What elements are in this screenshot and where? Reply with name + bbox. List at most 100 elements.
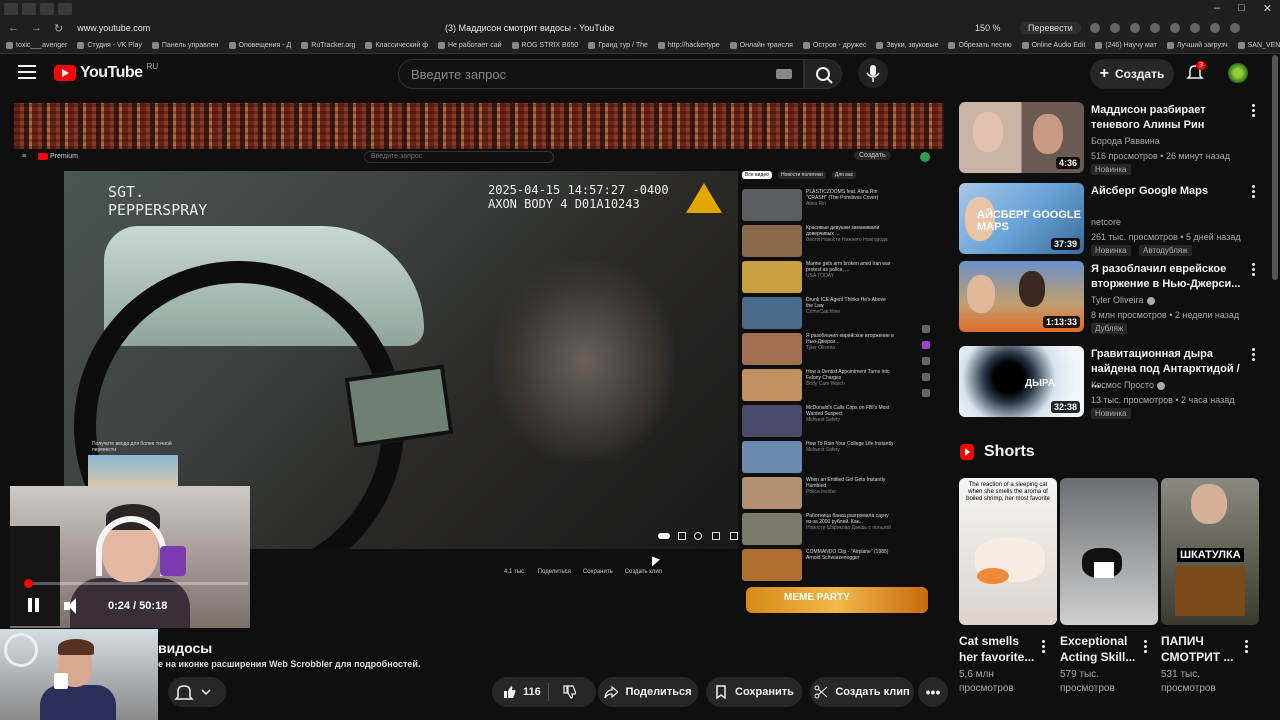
embedded-video-channel: Tyler Oliveira [806, 345, 836, 351]
channel-name[interactable]: Борода Раввина [1091, 136, 1160, 146]
youtube-logo[interactable]: YouTube RU [54, 62, 158, 82]
extension-icon[interactable] [1150, 23, 1160, 33]
progress-scrubber[interactable] [24, 579, 33, 588]
bookmark-item[interactable]: toxic___avenger [6, 42, 67, 49]
channel-name[interactable]: netcore [1091, 217, 1121, 227]
url-field[interactable]: www.youtube.com [77, 23, 150, 33]
create-button[interactable]: + Создать [1090, 59, 1174, 89]
extension-icon[interactable] [1090, 23, 1100, 33]
bookmark-item[interactable]: SAN_VENCI [1237, 42, 1280, 49]
account-avatar[interactable] [1228, 63, 1248, 83]
officer-tag-line: PEPPERSPRAY [108, 201, 208, 219]
new-tab-icon[interactable] [58, 3, 72, 15]
recommendation-item[interactable]: АЙСБЕРГ GOOGLE MAPS 37:39 Айсберг Google… [959, 183, 1269, 256]
short-title[interactable]: Exceptional Acting Skill... [1060, 633, 1140, 665]
thumbs-down-icon[interactable] [562, 685, 576, 699]
search-input[interactable]: Введите запрос [398, 59, 804, 89]
minimize-icon[interactable]: – [1214, 2, 1220, 15]
kebab-menu-icon[interactable] [1251, 185, 1255, 199]
page-scrollbar[interactable] [1272, 55, 1278, 280]
bookmark-item[interactable]: Online Audio Edit [1021, 42, 1085, 49]
bookmark-favicon-icon [151, 42, 159, 49]
thumbs-up-icon[interactable] [502, 685, 516, 699]
bookmark-item[interactable]: Оповещения - Д [228, 42, 291, 49]
recommendation-item[interactable]: 4:36 Маддисон разбирает теневого Алины Р… [959, 102, 1269, 175]
search-button[interactable] [804, 59, 842, 89]
bookmark-item[interactable]: Панель управлен [151, 42, 219, 49]
video-thumbnail[interactable]: АЙСБЕРГ GOOGLE MAPS 37:39 [959, 183, 1084, 254]
short-thumbnail[interactable]: The reaction of a sleeping cat when she … [959, 478, 1057, 625]
bookmark-item[interactable]: Онлайн трансля [729, 42, 793, 49]
bookmark-item[interactable]: Обрезать песню [948, 42, 1012, 49]
bookmark-item[interactable]: Не работает сай [437, 42, 502, 49]
embedded-video-item: PLASTICZOOMS feat. Alina Rin "CRASH" (Th… [742, 189, 894, 221]
side-icon [922, 341, 930, 349]
video-title[interactable]: Маддисон разбирает теневого Алины Рин [1091, 103, 1251, 133]
extension-icon[interactable] [1170, 23, 1180, 33]
bookmark-item[interactable]: Лучший загрузч [1166, 42, 1228, 49]
kebab-menu-icon[interactable] [1245, 640, 1248, 653]
bookmark-item[interactable]: (246) Научу мат [1095, 42, 1157, 49]
like-count[interactable]: 116 [523, 686, 541, 698]
reload-icon[interactable]: ↻ [54, 22, 63, 35]
volume-button[interactable] [64, 598, 82, 614]
channel-name[interactable]: Tyler Oliveira [1091, 295, 1155, 305]
voice-search-button[interactable] [858, 58, 888, 88]
bookmark-item[interactable]: Классический ф [365, 42, 428, 49]
pause-button[interactable] [28, 598, 42, 614]
kebab-menu-icon[interactable] [1251, 348, 1255, 362]
short-thumbnail[interactable]: ШКАТУЛКА [1161, 478, 1259, 625]
close-icon[interactable]: ✕ [1263, 2, 1272, 15]
video-thumbnail[interactable]: ДЫРА 32:38 [959, 346, 1084, 417]
short-title[interactable]: Cat smells her favorite... [959, 633, 1039, 665]
embedded-video-title: PLASTICZOOMS feat. Alina Rin "CRASH" (Th… [806, 189, 879, 201]
channel-name[interactable]: Космос Просто [1091, 380, 1165, 390]
bookmark-item[interactable]: Звуки, звуковые [876, 42, 938, 49]
bookmark-item[interactable]: Гранд тур / The [588, 42, 648, 49]
video-title[interactable]: Айсберг Google Maps [1091, 184, 1251, 199]
active-tab[interactable] [40, 3, 54, 15]
short-thumbnail[interactable] [1060, 478, 1158, 625]
more-actions-button[interactable]: ••• [918, 677, 948, 707]
tab-search-icon[interactable] [22, 3, 36, 15]
recommendation-item[interactable]: 1:13:33 Я разоблачил еврейское вторжение… [959, 261, 1269, 334]
extension-icon[interactable] [1110, 23, 1120, 33]
kebab-menu-icon[interactable] [1042, 640, 1045, 653]
bookmark-item[interactable]: RuTracker.org [301, 42, 355, 49]
bookmark-item[interactable]: Студия - VK Play [77, 42, 142, 49]
bookmark-label: Панель управлен [161, 42, 219, 49]
translate-button[interactable]: Перевести [1020, 22, 1081, 34]
recommendation-item[interactable]: ДЫРА 32:38 Гравитационная дыра найдена п… [959, 346, 1269, 419]
hamburger-menu-icon[interactable] [18, 65, 36, 81]
forward-icon[interactable]: → [31, 22, 42, 35]
embedded-video-title: Я разоблачил еврейское вторжение в Нью-Д… [806, 333, 894, 345]
video-thumbnail[interactable]: 1:13:33 [959, 261, 1084, 332]
share-button[interactable]: Поделиться [598, 677, 698, 707]
bookmark-item[interactable]: ROG STRIX B650 [511, 42, 578, 49]
progress-bar[interactable] [28, 582, 248, 585]
subscription-bell-button[interactable] [168, 677, 226, 707]
bookmark-item[interactable]: Остров - дружес [802, 42, 866, 49]
save-button[interactable]: Сохранить [706, 677, 802, 707]
bookmark-label: Звуки, звуковые [886, 42, 939, 49]
bookmark-item[interactable]: http://hackertype [657, 42, 720, 49]
video-title[interactable]: Я разоблачил еврейское вторжение в Нью-Д… [1091, 262, 1251, 292]
video-thumbnail[interactable]: 4:36 [959, 102, 1084, 173]
channel-name-text: Космос Просто [1091, 380, 1154, 390]
browser-menu-icon[interactable] [4, 3, 18, 15]
extension-icon[interactable] [1130, 23, 1140, 33]
keyboard-icon[interactable] [776, 69, 792, 79]
kebab-menu-icon[interactable] [1251, 104, 1255, 118]
kebab-menu-icon[interactable] [1144, 640, 1147, 653]
zoom-level[interactable]: 150 % [975, 23, 1001, 33]
kebab-menu-icon[interactable] [1251, 263, 1255, 277]
maximize-icon[interactable]: □ [1238, 2, 1245, 15]
extension-icon[interactable] [1210, 23, 1220, 33]
bookmark-favicon-icon [802, 42, 810, 49]
extension-icon[interactable] [1230, 23, 1240, 33]
create-clip-button[interactable]: Создать клип [810, 677, 914, 707]
extension-icon[interactable] [1190, 23, 1200, 33]
short-title[interactable]: ПАПИЧ СМОТРИТ ... [1161, 633, 1241, 665]
back-icon[interactable]: ← [8, 22, 19, 35]
embedded-video-text: Красивые девушки заманивали доверчивых .… [806, 225, 894, 257]
